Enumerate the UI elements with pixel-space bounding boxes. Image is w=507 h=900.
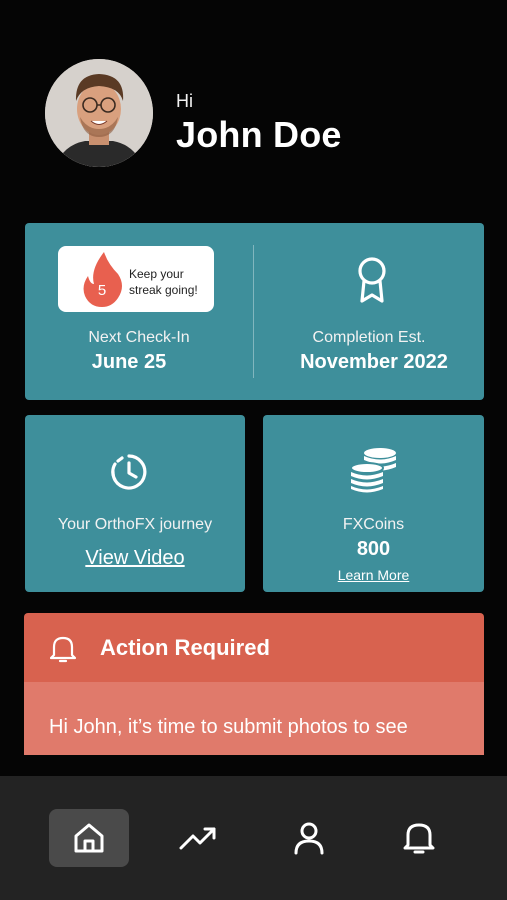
history-clock-icon [111,454,147,490]
home-icon [74,823,104,853]
action-required-title: Action Required [100,635,270,660]
next-checkin-value: June 25 [91,351,167,373]
next-checkin-label: Next Check-In [88,329,190,346]
nav-notifications-button[interactable] [379,809,459,867]
journey-title: Your OrthoFX journey [57,516,213,533]
nav-home-button[interactable] [49,809,129,867]
fxcoins-value: 800 [356,538,391,560]
bottom-nav [0,776,507,900]
fxcoins-card[interactable]: FXCoins 800 Learn More [263,415,484,592]
completion-label: Completion Est. [312,329,426,346]
summary-card: 5 Keep your streak going! Next Check-In … [25,223,484,400]
learn-more-link[interactable]: Learn More [263,567,484,583]
view-video-link[interactable]: View Video [25,547,245,570]
award-ribbon-icon [358,257,386,303]
user-name: John Doe [176,114,342,155]
action-required-body: Hi John, it’s time to submit photos to s… [24,682,484,755]
nav-progress-button[interactable] [159,809,239,867]
streak-badge[interactable]: 5 Keep your streak going! [58,246,214,312]
coins-stack-icon [350,448,396,493]
bell-icon [50,636,76,663]
bell-icon [403,823,435,854]
action-required-message: Hi John, it’s time to submit photos to s… [49,716,408,738]
nav-profile-button[interactable] [269,809,349,867]
avatar[interactable] [45,59,153,167]
trending-up-icon [179,827,216,850]
greeting-label: Hi [176,91,193,111]
fxcoins-title: FXCoins [342,516,405,533]
user-icon [294,822,324,855]
streak-text: Keep your streak going! [129,267,198,297]
flame-icon: 5 [83,252,122,307]
action-required-card[interactable]: Action Required Hi John, it’s time to su… [24,613,484,755]
journey-card[interactable]: Your OrthoFX journey View Video [25,415,245,592]
completion-value: November 2022 [300,351,448,373]
streak-count: 5 [98,282,106,299]
avatar-photo [45,59,153,167]
action-required-header: Action Required [24,613,484,682]
